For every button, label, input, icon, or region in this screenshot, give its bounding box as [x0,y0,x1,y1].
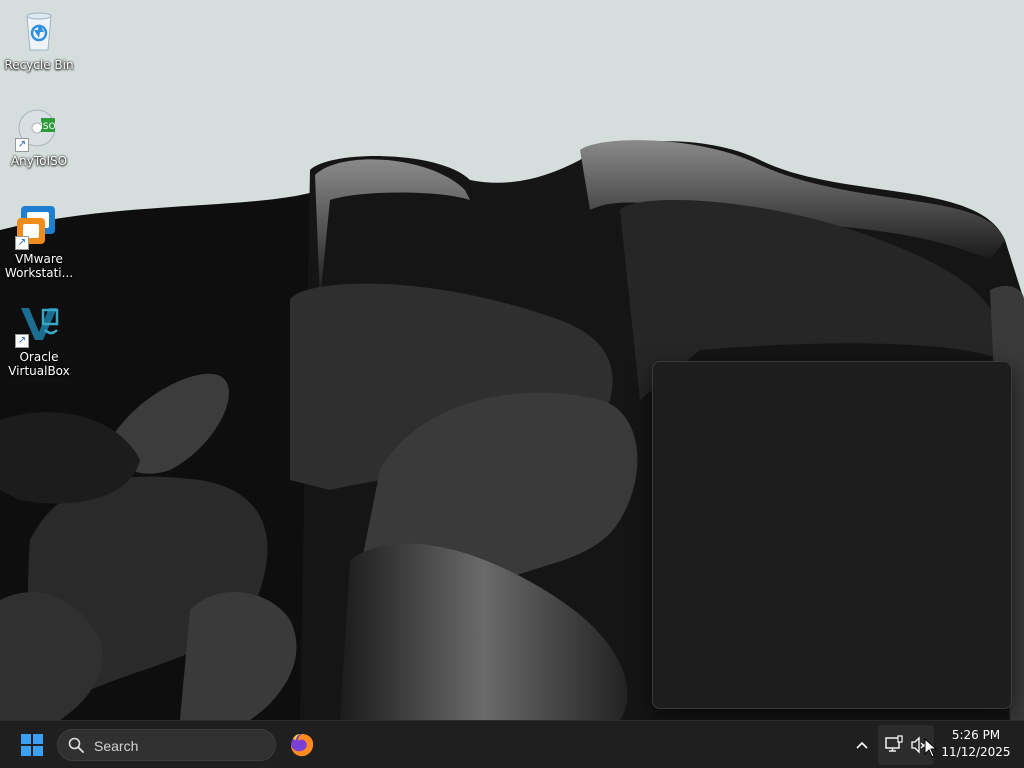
clock-date: 11/12/2025 [941,745,1011,759]
svg-text:ISO: ISO [40,122,55,132]
firefox-icon [291,734,314,757]
network-icon [885,735,903,752]
shortcut-arrow-icon: ↗ [15,236,29,250]
windows-logo-icon [21,734,43,756]
taskbar-search[interactable] [57,729,276,761]
desktop-icon-label: Oracle VirtualBox [8,350,70,378]
desktop-icon-label: VMware Workstati... [4,252,74,280]
shortcut-arrow-icon: ↗ [15,334,29,348]
desktop[interactable]: Recycle Bin ISO ↗ AnyToISO ↗ VMware Work… [0,0,1024,720]
desktop-icon-vmware[interactable]: ↗ VMware Workstati... [4,202,74,280]
taskbar-clock[interactable]: 5:26 PM 11/12/2025 [938,727,1014,763]
chevron-up-icon[interactable] [850,733,874,757]
desktop-icon-label: AnyToISO [10,154,68,168]
desktop-icon-recycle-bin[interactable]: Recycle Bin [4,8,74,72]
start-button[interactable] [12,727,52,763]
shortcut-arrow-icon: ↗ [15,138,29,152]
taskbar-app-firefox[interactable] [284,727,320,763]
taskbar: 5:26 PM 11/12/2025 [0,720,1024,768]
recycle-bin-icon [15,8,63,56]
vmware-workstation-icon: ↗ [15,202,63,250]
tray-flyout-panel[interactable] [652,361,1012,709]
desktop-icon-virtualbox[interactable]: ↗ Oracle VirtualBox [4,300,74,378]
mouse-cursor-icon [924,738,938,758]
desktop-icon-label: Recycle Bin [4,58,74,72]
search-icon [68,737,84,753]
desktop-icon-anytoiso[interactable]: ISO ↗ AnyToISO [4,104,74,168]
search-input[interactable] [92,735,266,757]
anytoiso-icon: ISO ↗ [15,104,63,152]
clock-time: 5:26 PM [951,728,1001,742]
virtualbox-icon: ↗ [15,300,63,348]
